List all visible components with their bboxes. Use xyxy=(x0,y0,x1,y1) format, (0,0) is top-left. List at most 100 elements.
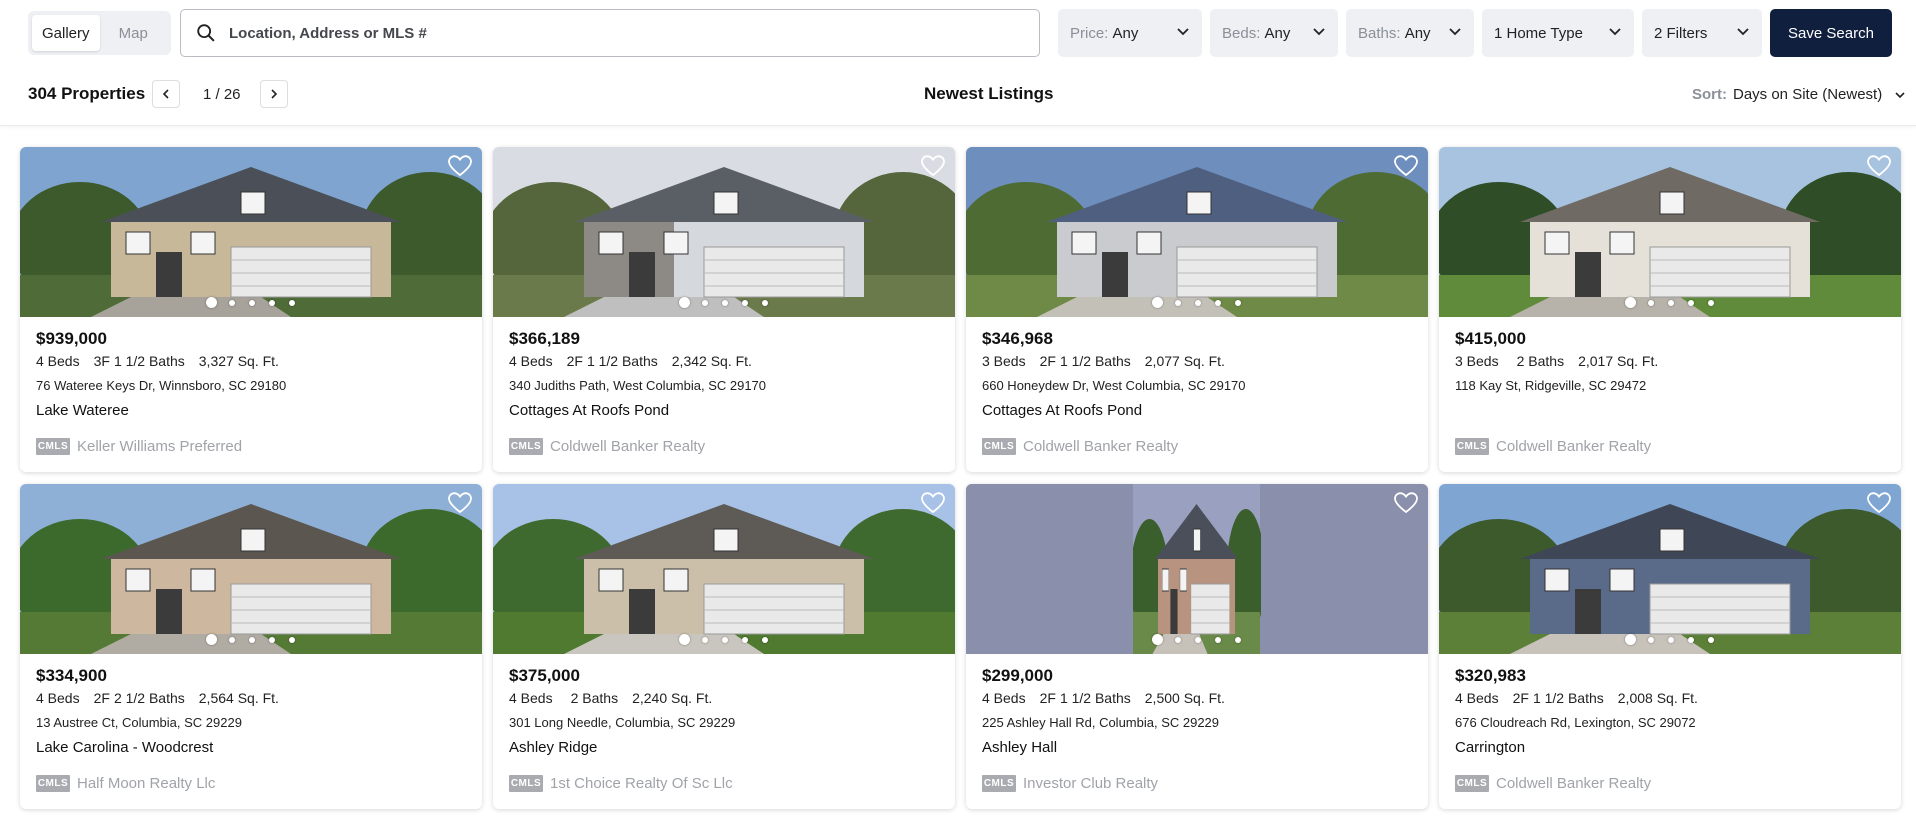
listing-photo[interactable] xyxy=(493,147,955,317)
map-view-tab[interactable]: Map xyxy=(100,15,168,51)
carousel-dot[interactable] xyxy=(1688,636,1694,643)
carousel-dot[interactable] xyxy=(1235,299,1241,306)
listing-card[interactable]: $320,983 4 Beds 2F 1 1/2 Baths 2,008 Sq. … xyxy=(1439,484,1901,809)
carousel-dot[interactable] xyxy=(1152,634,1163,645)
listing-sqft: 3,327 Sq. Ft. xyxy=(198,353,279,369)
carousel-dot[interactable] xyxy=(269,636,275,643)
listing-card[interactable]: $366,189 4 Beds 2F 1 1/2 Baths 2,342 Sq. … xyxy=(493,147,955,472)
listing-photo[interactable] xyxy=(966,147,1428,317)
home-type-filter-dropdown[interactable]: 1 Home Type xyxy=(1482,9,1634,57)
carousel-dot[interactable] xyxy=(702,299,708,306)
carousel-dot[interactable] xyxy=(1668,636,1674,643)
listing-photo[interactable] xyxy=(966,484,1428,654)
carousel-dot[interactable] xyxy=(1215,636,1221,643)
listing-photo[interactable] xyxy=(20,484,482,654)
listing-photo[interactable] xyxy=(1439,484,1901,654)
carousel-dot[interactable] xyxy=(289,636,295,643)
carousel-dot[interactable] xyxy=(229,636,235,643)
carousel-dot[interactable] xyxy=(1195,299,1201,306)
listing-card[interactable]: $375,000 4 Beds 2 Baths 2,240 Sq. Ft. 30… xyxy=(493,484,955,809)
carousel-dot[interactable] xyxy=(1625,297,1636,308)
listing-card[interactable]: $939,000 4 Beds 3F 1 1/2 Baths 3,327 Sq. … xyxy=(20,147,482,472)
carousel-dot[interactable] xyxy=(722,299,728,306)
search-box[interactable] xyxy=(180,9,1040,57)
carousel-dot[interactable] xyxy=(206,297,217,308)
broker-name: Coldwell Banker Realty xyxy=(550,438,706,455)
listing-photo[interactable] xyxy=(20,147,482,317)
more-filters-dropdown[interactable]: 2 Filters xyxy=(1642,9,1762,57)
carousel-dot[interactable] xyxy=(1195,636,1201,643)
prev-page-button[interactable] xyxy=(152,80,180,108)
carousel-dot[interactable] xyxy=(1215,299,1221,306)
price-filter-value: Any xyxy=(1112,24,1139,42)
carousel-dot[interactable] xyxy=(1152,297,1163,308)
listing-card[interactable]: $415,000 3 Beds 2 Baths 2,017 Sq. Ft. 11… xyxy=(1439,147,1901,472)
baths-filter-dropdown[interactable]: Baths: Any xyxy=(1346,9,1474,57)
carousel-dot[interactable] xyxy=(1648,636,1654,643)
carousel-dot[interactable] xyxy=(1708,636,1714,643)
carousel-dot[interactable] xyxy=(742,636,748,643)
carousel-dot[interactable] xyxy=(762,299,768,306)
listing-photo-image xyxy=(20,147,482,317)
heart-icon[interactable] xyxy=(1867,492,1891,514)
carousel-dot[interactable] xyxy=(249,299,255,306)
carousel-dot[interactable] xyxy=(742,299,748,306)
listing-specs: 4 Beds 2F 2 1/2 Baths 2,564 Sq. Ft. xyxy=(36,690,293,706)
carousel-dot[interactable] xyxy=(1688,299,1694,306)
cmls-logo: CMLS xyxy=(1455,438,1489,455)
heart-icon[interactable] xyxy=(1394,492,1418,514)
listing-photo-image xyxy=(1439,147,1901,317)
listing-photo[interactable] xyxy=(1439,147,1901,317)
heart-icon[interactable] xyxy=(921,492,945,514)
listing-beds: 4 Beds xyxy=(36,690,80,706)
heart-icon[interactable] xyxy=(448,155,472,177)
listing-card[interactable]: $299,000 4 Beds 2F 1 1/2 Baths 2,500 Sq. … xyxy=(966,484,1428,809)
carousel-dot[interactable] xyxy=(1235,636,1241,643)
listing-price: $320,983 xyxy=(1455,666,1526,685)
search-input[interactable] xyxy=(229,24,1009,42)
heart-icon[interactable] xyxy=(1867,155,1891,177)
properties-count: 304 Properties xyxy=(28,84,146,103)
heart-icon[interactable] xyxy=(448,492,472,514)
listing-photo-image xyxy=(493,484,955,654)
carousel-dot[interactable] xyxy=(249,636,255,643)
sort-dropdown[interactable]: Sort: Days on Site (Newest) xyxy=(1692,86,1906,103)
chevron-down-icon xyxy=(1609,28,1621,36)
search-icon xyxy=(197,24,215,42)
carousel-dot[interactable] xyxy=(762,636,768,643)
listing-beds: 4 Beds xyxy=(982,690,1026,706)
carousel-dot[interactable] xyxy=(1668,299,1674,306)
save-search-button[interactable]: Save Search xyxy=(1770,9,1892,57)
listing-card[interactable]: $346,968 3 Beds 2F 1 1/2 Baths 2,077 Sq. … xyxy=(966,147,1428,472)
listing-photo[interactable] xyxy=(493,484,955,654)
carousel-dot[interactable] xyxy=(1625,634,1636,645)
carousel-dot[interactable] xyxy=(1175,636,1181,643)
carousel-dot[interactable] xyxy=(229,299,235,306)
carousel-dot[interactable] xyxy=(679,297,690,308)
listing-baths: 2F 1 1/2 Baths xyxy=(567,353,658,369)
gallery-view-tab[interactable]: Gallery xyxy=(32,15,100,51)
listing-specs: 4 Beds 3F 1 1/2 Baths 3,327 Sq. Ft. xyxy=(36,353,293,369)
carousel-dot[interactable] xyxy=(702,636,708,643)
listing-price: $375,000 xyxy=(509,666,580,685)
carousel-dot[interactable] xyxy=(1708,299,1714,306)
carousel-dot[interactable] xyxy=(289,299,295,306)
carousel-dot[interactable] xyxy=(722,636,728,643)
carousel-dot[interactable] xyxy=(1175,299,1181,306)
carousel-dot[interactable] xyxy=(1648,299,1654,306)
listing-card[interactable]: $334,900 4 Beds 2F 2 1/2 Baths 2,564 Sq. … xyxy=(20,484,482,809)
broker-name: Keller Williams Preferred xyxy=(77,438,243,455)
beds-filter-dropdown[interactable]: Beds: Any xyxy=(1210,9,1338,57)
broker-name: Investor Club Realty xyxy=(1023,775,1159,792)
price-filter-dropdown[interactable]: Price: Any xyxy=(1058,9,1202,57)
listing-specs: 3 Beds 2 Baths 2,017 Sq. Ft. xyxy=(1455,353,1672,369)
carousel-dot[interactable] xyxy=(206,634,217,645)
next-page-button[interactable] xyxy=(260,80,288,108)
sort-label: Sort: xyxy=(1692,86,1727,103)
heart-icon[interactable] xyxy=(1394,155,1418,177)
carousel-dot[interactable] xyxy=(679,634,690,645)
heart-icon[interactable] xyxy=(921,155,945,177)
listing-baths-prefix: 2F xyxy=(1039,353,1056,369)
carousel-dot[interactable] xyxy=(269,299,275,306)
photo-carousel-dots xyxy=(206,634,309,645)
